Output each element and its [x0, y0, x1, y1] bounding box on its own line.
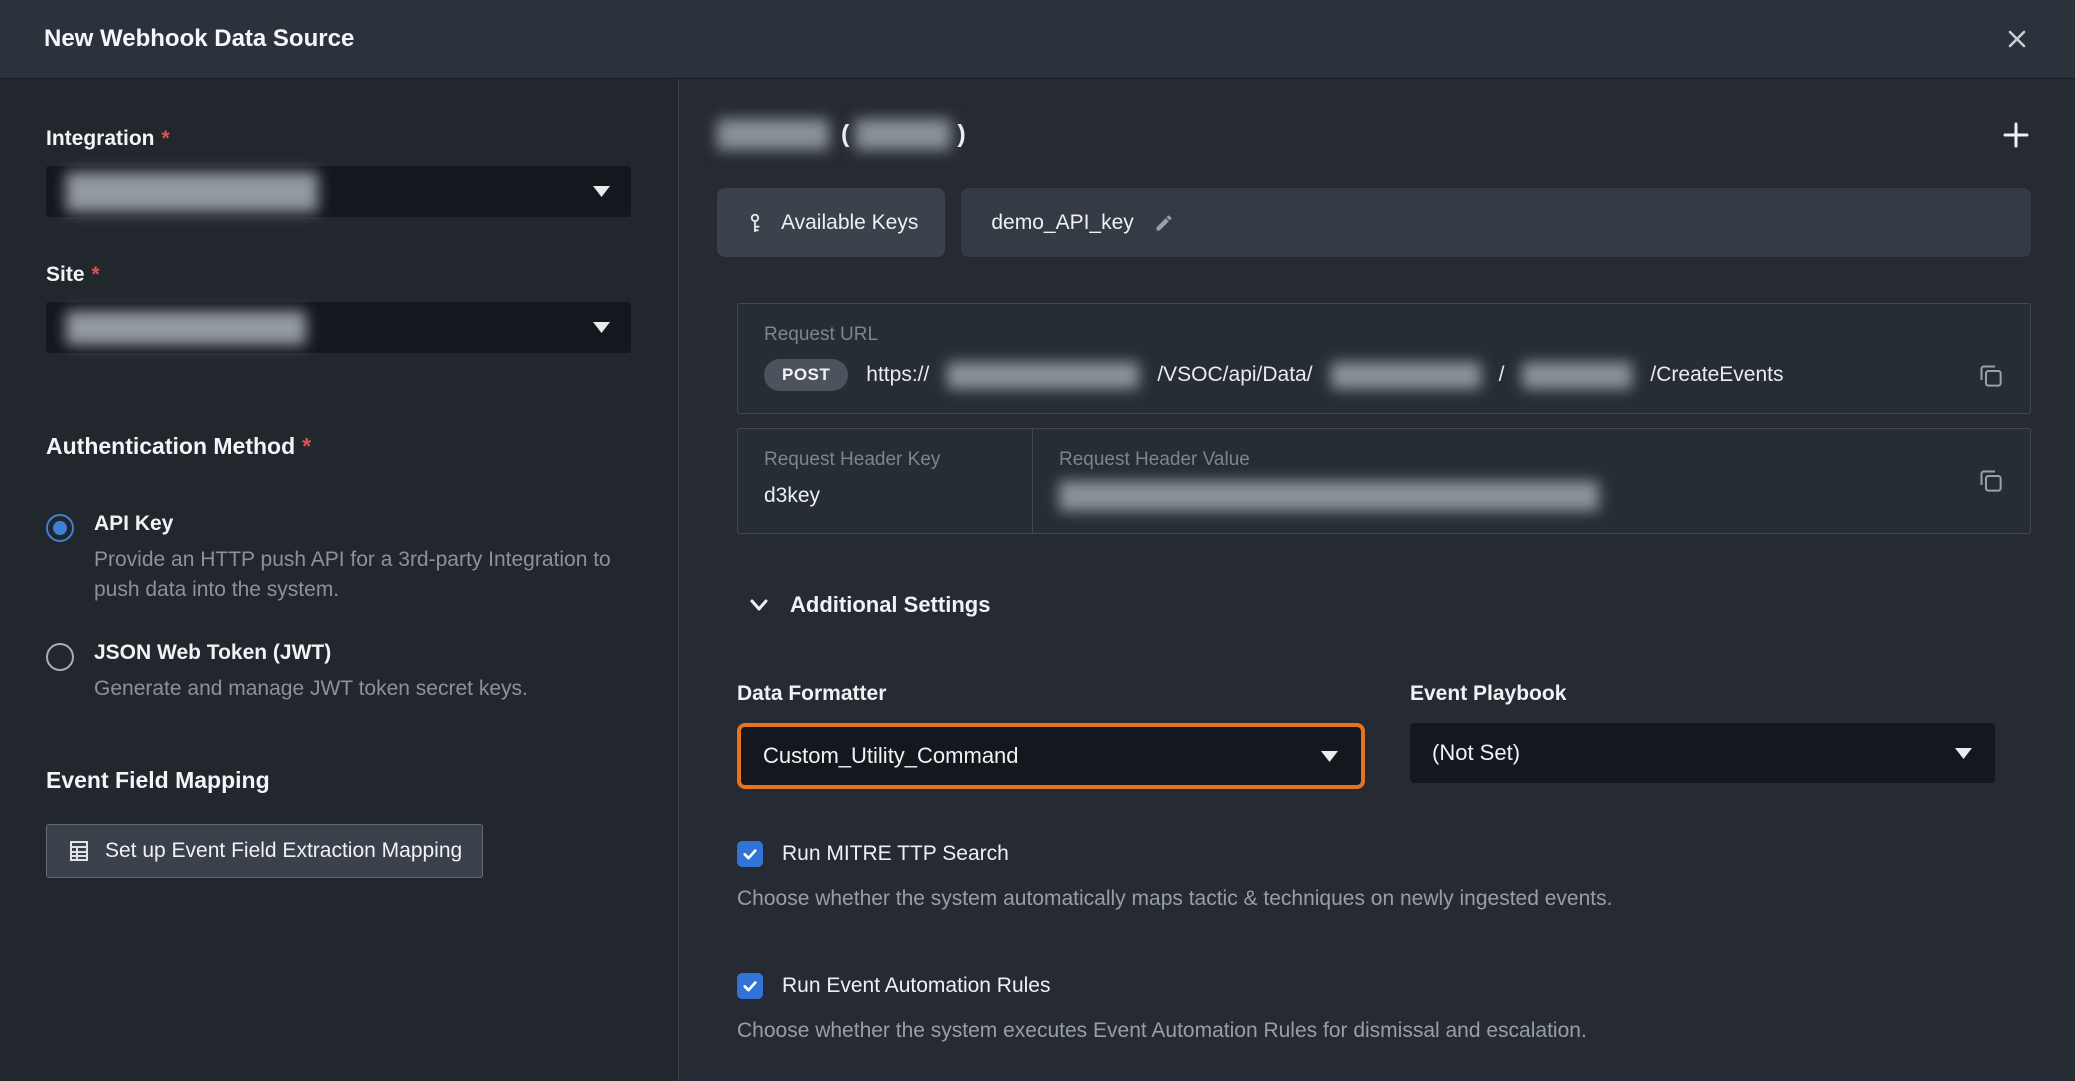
- request-header-value-cell: Request Header Value: [1033, 429, 2030, 533]
- data-formatter-label: Data Formatter: [737, 682, 1365, 706]
- redacted-site-segment: [1522, 362, 1632, 389]
- paren-close: ): [957, 120, 965, 149]
- site-dropdown[interactable]: [46, 302, 631, 353]
- plus-icon[interactable]: [2001, 120, 2031, 150]
- chevron-down-icon: [592, 321, 611, 334]
- data-formatter-dropdown[interactable]: Custom_Utility_Command: [737, 723, 1365, 789]
- radio-option-api-key[interactable]: API Key Provide an HTTP push API for a 3…: [46, 512, 632, 605]
- close-icon[interactable]: [2003, 25, 2031, 53]
- auth-method-heading: Authentication Method*: [46, 433, 632, 460]
- checkmark-icon: [741, 977, 759, 995]
- key-icon: [744, 212, 766, 234]
- url-segment: https://: [866, 363, 929, 387]
- required-marker: *: [92, 263, 100, 286]
- page-title: New Webhook Data Source: [44, 25, 354, 53]
- radio-label: JSON Web Token (JWT): [94, 641, 528, 665]
- radio-label: API Key: [94, 512, 624, 536]
- additional-settings-label: Additional Settings: [790, 592, 990, 618]
- pencil-icon[interactable]: [1154, 213, 1174, 233]
- checkbox-description: Choose whether the system executes Event…: [737, 1019, 2031, 1043]
- table-mapping-icon: [67, 839, 91, 863]
- mitre-ttp-search-row: Run MITRE TTP Search: [737, 841, 2031, 867]
- integration-dropdown[interactable]: [46, 166, 631, 217]
- redacted-header-value: [1059, 481, 1599, 511]
- redacted-datasource-id: [855, 119, 951, 150]
- request-url-box: Request URL POST https:// /VSOC/api/Data…: [737, 303, 2031, 414]
- request-header-box: Request Header Key d3key Request Header …: [737, 428, 2031, 534]
- checkbox-label: Run Event Automation Rules: [782, 974, 1051, 998]
- required-marker: *: [162, 127, 170, 150]
- api-key-name: demo_API_key: [991, 211, 1133, 235]
- required-marker: *: [302, 433, 311, 459]
- event-playbook-value: (Not Set): [1432, 740, 1520, 766]
- data-formatter-value: Custom_Utility_Command: [763, 743, 1019, 769]
- checkbox-description: Choose whether the system automatically …: [737, 887, 2031, 911]
- radio-selected-icon[interactable]: [46, 514, 74, 542]
- chevron-down-icon: [592, 185, 611, 198]
- checkmark-icon: [741, 845, 759, 863]
- event-automation-rules-row: Run Event Automation Rules: [737, 973, 2031, 999]
- modal-header: New Webhook Data Source: [0, 0, 2075, 79]
- radio-description: Provide an HTTP push API for a 3rd-party…: [94, 545, 624, 605]
- redacted-integration-segment: [1331, 362, 1481, 389]
- checkbox-checked[interactable]: [737, 973, 763, 999]
- config-sidebar: Integration* Site* Authentication Method…: [0, 79, 679, 1081]
- paren-open: (: [841, 120, 849, 149]
- url-segment: /VSOC/api/Data/: [1157, 363, 1312, 387]
- checkbox-label: Run MITRE TTP Search: [782, 842, 1009, 866]
- copy-icon[interactable]: [1977, 362, 2004, 389]
- webhook-detail-panel: ( ) Available Keys: [679, 79, 2075, 1081]
- mapping-button-label: Set up Event Field Extraction Mapping: [105, 839, 462, 863]
- radio-option-jwt[interactable]: JSON Web Token (JWT) Generate and manage…: [46, 641, 632, 704]
- chevron-down-icon: [1320, 750, 1339, 763]
- integration-label: Integration*: [46, 127, 632, 151]
- chevron-down-icon: [747, 593, 771, 617]
- event-playbook-label: Event Playbook: [1410, 682, 1995, 706]
- redacted-host: [947, 362, 1139, 389]
- datasource-title-row: ( ): [717, 119, 2031, 150]
- radio-description: Generate and manage JWT token secret key…: [94, 674, 528, 704]
- event-playbook-dropdown[interactable]: (Not Set): [1410, 723, 1995, 783]
- available-keys-label: Available Keys: [781, 211, 918, 235]
- url-segment: /CreateEvents: [1650, 363, 1783, 387]
- request-header-key-cell: Request Header Key d3key: [738, 429, 1033, 533]
- checkbox-checked[interactable]: [737, 841, 763, 867]
- url-segment: /: [1499, 363, 1505, 387]
- request-header-key-value: d3key: [764, 484, 1006, 508]
- event-field-mapping-heading: Event Field Mapping: [46, 767, 632, 794]
- http-method-badge: POST: [764, 359, 848, 391]
- available-keys-button[interactable]: Available Keys: [717, 188, 945, 257]
- radio-unselected-icon[interactable]: [46, 643, 74, 671]
- redacted-integration-value: [66, 172, 318, 212]
- request-header-value-label: Request Header Value: [1059, 449, 1599, 471]
- api-key-name-field[interactable]: demo_API_key: [961, 188, 2031, 257]
- api-keys-row: Available Keys demo_API_key: [717, 188, 2031, 257]
- redacted-datasource-name: [717, 119, 829, 150]
- chevron-down-icon: [1954, 747, 1973, 760]
- site-label: Site*: [46, 263, 632, 287]
- setup-field-extraction-mapping-button[interactable]: Set up Event Field Extraction Mapping: [46, 824, 483, 878]
- request-url-label: Request URL: [764, 324, 2004, 346]
- auth-method-radio-group: API Key Provide an HTTP push API for a 3…: [46, 512, 632, 703]
- request-header-key-label: Request Header Key: [764, 449, 1006, 471]
- redacted-site-value: [66, 311, 306, 345]
- request-url-row: POST https:// /VSOC/api/Data/ / /CreateE…: [764, 359, 2004, 391]
- copy-icon[interactable]: [1977, 467, 2004, 494]
- additional-settings-toggle[interactable]: Additional Settings: [747, 592, 2031, 618]
